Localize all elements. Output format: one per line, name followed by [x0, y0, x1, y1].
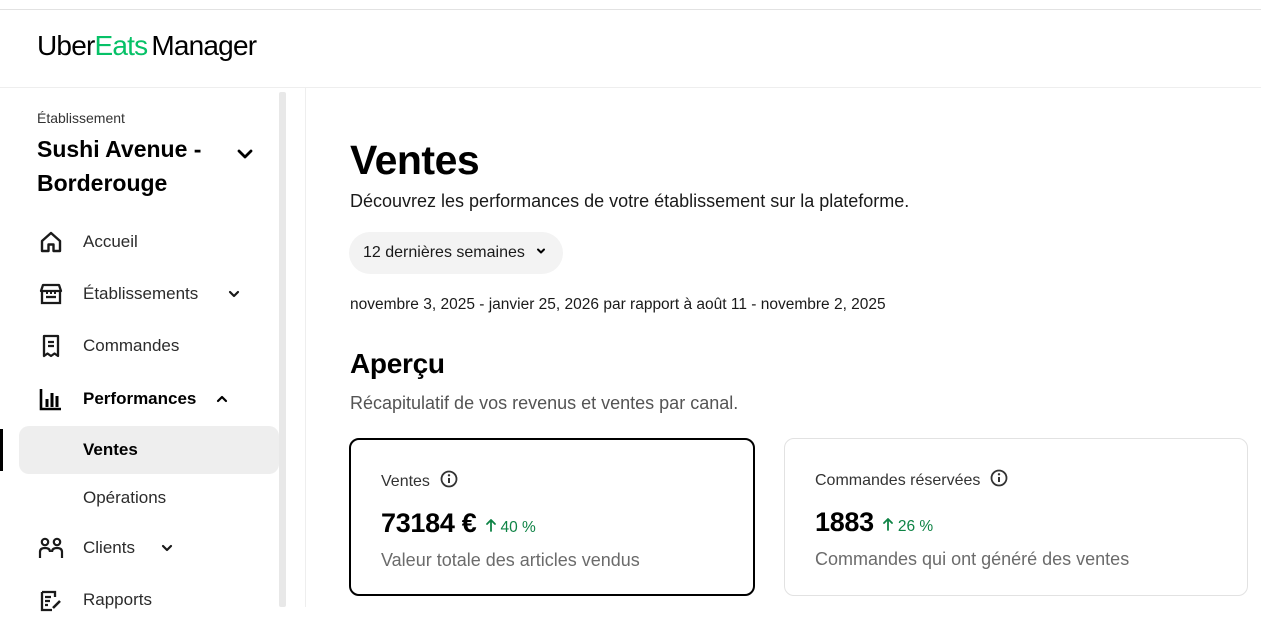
sidebar-item-clients[interactable]: Clients: [37, 526, 267, 570]
overview-title: Aperçu: [350, 348, 445, 379]
sidebar-item-performances[interactable]: Performances: [37, 377, 267, 421]
metric-delta: 40 %: [485, 518, 536, 537]
sidebar: Établissement Sushi Avenue - Borderouge …: [0, 88, 306, 612]
sidebar-subitem-label: Opérations: [83, 488, 167, 507]
app-header: UberEats Manager: [0, 10, 1261, 88]
period-dropdown[interactable]: 12 dernières semaines: [349, 232, 563, 274]
arrow-up-icon: [485, 518, 497, 537]
metric-card-ventes[interactable]: Ventes 73184 € 40 % Valeur totale des ar…: [349, 438, 755, 596]
uber-eats-manager-logo[interactable]: UberEats Manager: [37, 30, 257, 61]
chevron-down-icon[interactable]: [233, 142, 257, 166]
logo-uber: Uber: [37, 30, 95, 61]
overview-subtitle: Récapitulatif de vos revenus et ventes p…: [350, 393, 739, 413]
sidebar-item-label: Clients: [83, 538, 135, 557]
metric-value: 73184 €: [381, 508, 477, 538]
chevron-up-icon: [215, 392, 229, 406]
chevron-down-icon: [227, 287, 241, 301]
sidebar-item-label: Accueil: [83, 232, 138, 251]
sidebar-subitem-operations[interactable]: Opérations: [19, 474, 279, 522]
sidebar-item-accueil[interactable]: Accueil: [37, 220, 267, 264]
metric-delta: 26 %: [882, 517, 933, 536]
sidebar-item-etablissements[interactable]: Établissements: [37, 272, 267, 316]
sidebar-scrollbar[interactable]: [279, 92, 286, 607]
sidebar-subitem-label: Ventes: [83, 440, 138, 459]
info-icon[interactable]: [990, 469, 1008, 492]
metric-card-commandes-reservees[interactable]: Commandes réservées 1883 26 % Commandes …: [784, 438, 1248, 596]
bar-chart-icon: [37, 385, 65, 413]
date-range-comparison: novembre 3, 2025 - janvier 25, 2026 par …: [350, 296, 886, 313]
people-icon: [37, 534, 65, 562]
report-icon: [37, 586, 65, 614]
metric-title: Ventes: [381, 472, 430, 490]
sidebar-item-label: Établissements: [83, 284, 199, 303]
active-indicator: [0, 429, 3, 471]
metric-delta-value: 26 %: [897, 517, 934, 535]
logo-eats: Eats: [94, 30, 149, 61]
chevron-down-icon: [160, 541, 174, 555]
metric-description: Valeur totale des articles vendus: [381, 550, 640, 570]
sidebar-subitem-ventes[interactable]: Ventes: [19, 426, 279, 474]
sidebar-item-label: Commandes: [83, 336, 180, 355]
store-label: Établissement: [37, 110, 125, 126]
arrow-up-icon: [882, 517, 894, 536]
metric-value: 1883: [815, 507, 874, 537]
sidebar-item-commandes[interactable]: Commandes: [37, 324, 267, 368]
store-selector-name[interactable]: Sushi Avenue - Borderouge: [37, 132, 227, 200]
chevron-down-icon: [535, 244, 547, 262]
store-icon: [37, 280, 65, 308]
sidebar-item-label: Rapports: [83, 590, 152, 609]
sidebar-item-label: Performances: [83, 389, 197, 408]
receipt-icon: [37, 332, 65, 360]
metric-title: Commandes réservées: [815, 471, 981, 489]
metric-description: Commandes qui ont généré des ventes: [815, 549, 1130, 569]
page-description: Découvrez les performances de votre étab…: [350, 191, 910, 211]
browser-top-edge: [0, 0, 1261, 10]
main-content: Ventes Découvrez les performances de vot…: [306, 88, 1261, 607]
page-title: Ventes: [350, 137, 480, 183]
home-icon: [37, 228, 65, 256]
metric-delta-value: 40 %: [500, 518, 536, 536]
logo-manager: Manager: [151, 30, 257, 61]
sidebar-item-rapports[interactable]: Rapports: [37, 578, 267, 622]
info-icon[interactable]: [440, 470, 458, 493]
period-dropdown-label: 12 dernières semaines: [363, 244, 525, 261]
